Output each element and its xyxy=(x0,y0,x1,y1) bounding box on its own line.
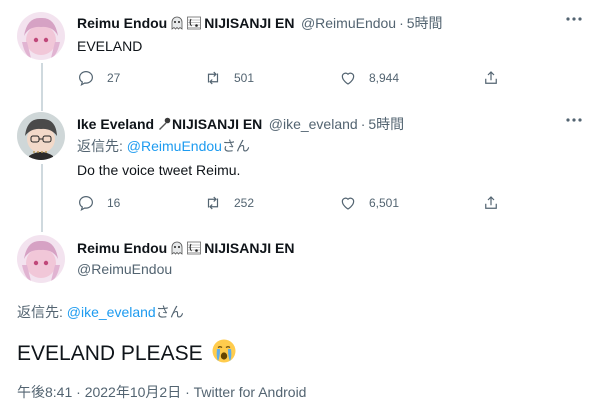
retweet-count: 252 xyxy=(234,196,255,210)
author-org: NIJISANJI EN xyxy=(172,116,263,132)
thread-connector xyxy=(41,63,43,111)
replying-to-link[interactable]: @ike_eveland xyxy=(67,304,156,320)
more-icon[interactable] xyxy=(564,9,584,34)
retweet-button[interactable]: 252 xyxy=(204,194,254,212)
replying-to-suffix: さん xyxy=(221,138,250,154)
share-icon xyxy=(485,196,497,209)
tweet-time[interactable]: 5時間 xyxy=(368,116,404,132)
microphone-icon xyxy=(157,117,171,136)
more-icon[interactable] xyxy=(564,110,584,135)
ghost-icon xyxy=(170,16,184,35)
music-score-icon xyxy=(187,16,202,35)
author-name[interactable]: Reimu Endou xyxy=(77,15,167,31)
tweet-source[interactable]: Twitter for Android xyxy=(194,384,307,400)
like-count: 6,501 xyxy=(369,196,400,210)
replying-to: 返信先: @ike_evelandさん xyxy=(17,302,184,322)
retweet-count: 501 xyxy=(234,71,255,85)
like-icon xyxy=(341,72,355,85)
replying-to-suffix: さん xyxy=(155,304,184,320)
like-button[interactable]: 6,501 xyxy=(339,194,399,212)
music-score-icon xyxy=(187,241,202,260)
reply-count: 16 xyxy=(107,196,121,210)
author-handle[interactable]: @ReimuEndou xyxy=(301,15,396,31)
reply-button[interactable]: 27 xyxy=(77,69,120,87)
avatar-ike[interactable] xyxy=(17,112,65,160)
reply-icon xyxy=(79,196,93,211)
author-name[interactable]: Reimu Endou xyxy=(77,240,167,256)
tweet-time[interactable]: 5時間 xyxy=(407,15,443,31)
avatar-reimu[interactable] xyxy=(17,235,65,283)
replying-to-link[interactable]: @ReimuEndou xyxy=(127,138,222,154)
ghost-icon xyxy=(170,241,184,260)
separator-dot: · xyxy=(360,116,366,132)
tweet-text: EVELAND PLEASE xyxy=(17,342,203,365)
tweet-text: Do the voice tweet Reimu. xyxy=(77,162,241,178)
avatar-reimu[interactable] xyxy=(17,12,65,60)
tweet1-header: Reimu Endou NIJISANJI EN @ReimuEndou · 5時間 xyxy=(77,13,443,35)
replying-to: 返信先: @ReimuEndouさん xyxy=(77,136,250,156)
author-handle[interactable]: @ike_eveland xyxy=(269,116,358,132)
replying-to-label: 返信先: xyxy=(77,138,127,154)
like-icon xyxy=(341,197,355,210)
reply-icon xyxy=(79,71,93,86)
retweet-icon xyxy=(207,71,219,85)
tweet-text: EVELAND xyxy=(77,38,143,54)
like-count: 8,944 xyxy=(369,71,400,85)
separator-dot: · xyxy=(399,15,404,31)
retweet-icon xyxy=(207,196,219,210)
tweet-timestamp-row: 午後8:41 · 2022年10月2日 · Twitter for Androi… xyxy=(17,382,306,402)
main-tweet-name-row: Reimu Endou NIJISANJI EN xyxy=(77,240,294,260)
main-tweet-text-row: EVELAND PLEASE xyxy=(17,338,237,370)
author-name[interactable]: Ike Eveland xyxy=(77,116,154,132)
crying-face-icon xyxy=(211,338,237,370)
tweet-timestamp[interactable]: 午後8:41 · 2022年10月2日 · xyxy=(17,384,194,400)
share-button[interactable] xyxy=(482,69,500,87)
reply-button[interactable]: 16 xyxy=(77,194,120,212)
like-button[interactable]: 8,944 xyxy=(339,69,399,87)
share-button[interactable] xyxy=(482,194,500,212)
share-icon xyxy=(485,71,497,84)
thread-connector xyxy=(41,164,43,232)
tweet2-header: Ike Eveland NIJISANJI EN @ike_eveland · 5時間 xyxy=(77,114,404,136)
reply-count: 27 xyxy=(107,71,121,85)
author-handle[interactable]: @ReimuEndou xyxy=(77,261,172,277)
retweet-button[interactable]: 501 xyxy=(204,69,254,87)
author-org: NIJISANJI EN xyxy=(204,15,295,31)
replying-to-label: 返信先: xyxy=(17,304,67,320)
author-org: NIJISANJI EN xyxy=(204,240,295,256)
